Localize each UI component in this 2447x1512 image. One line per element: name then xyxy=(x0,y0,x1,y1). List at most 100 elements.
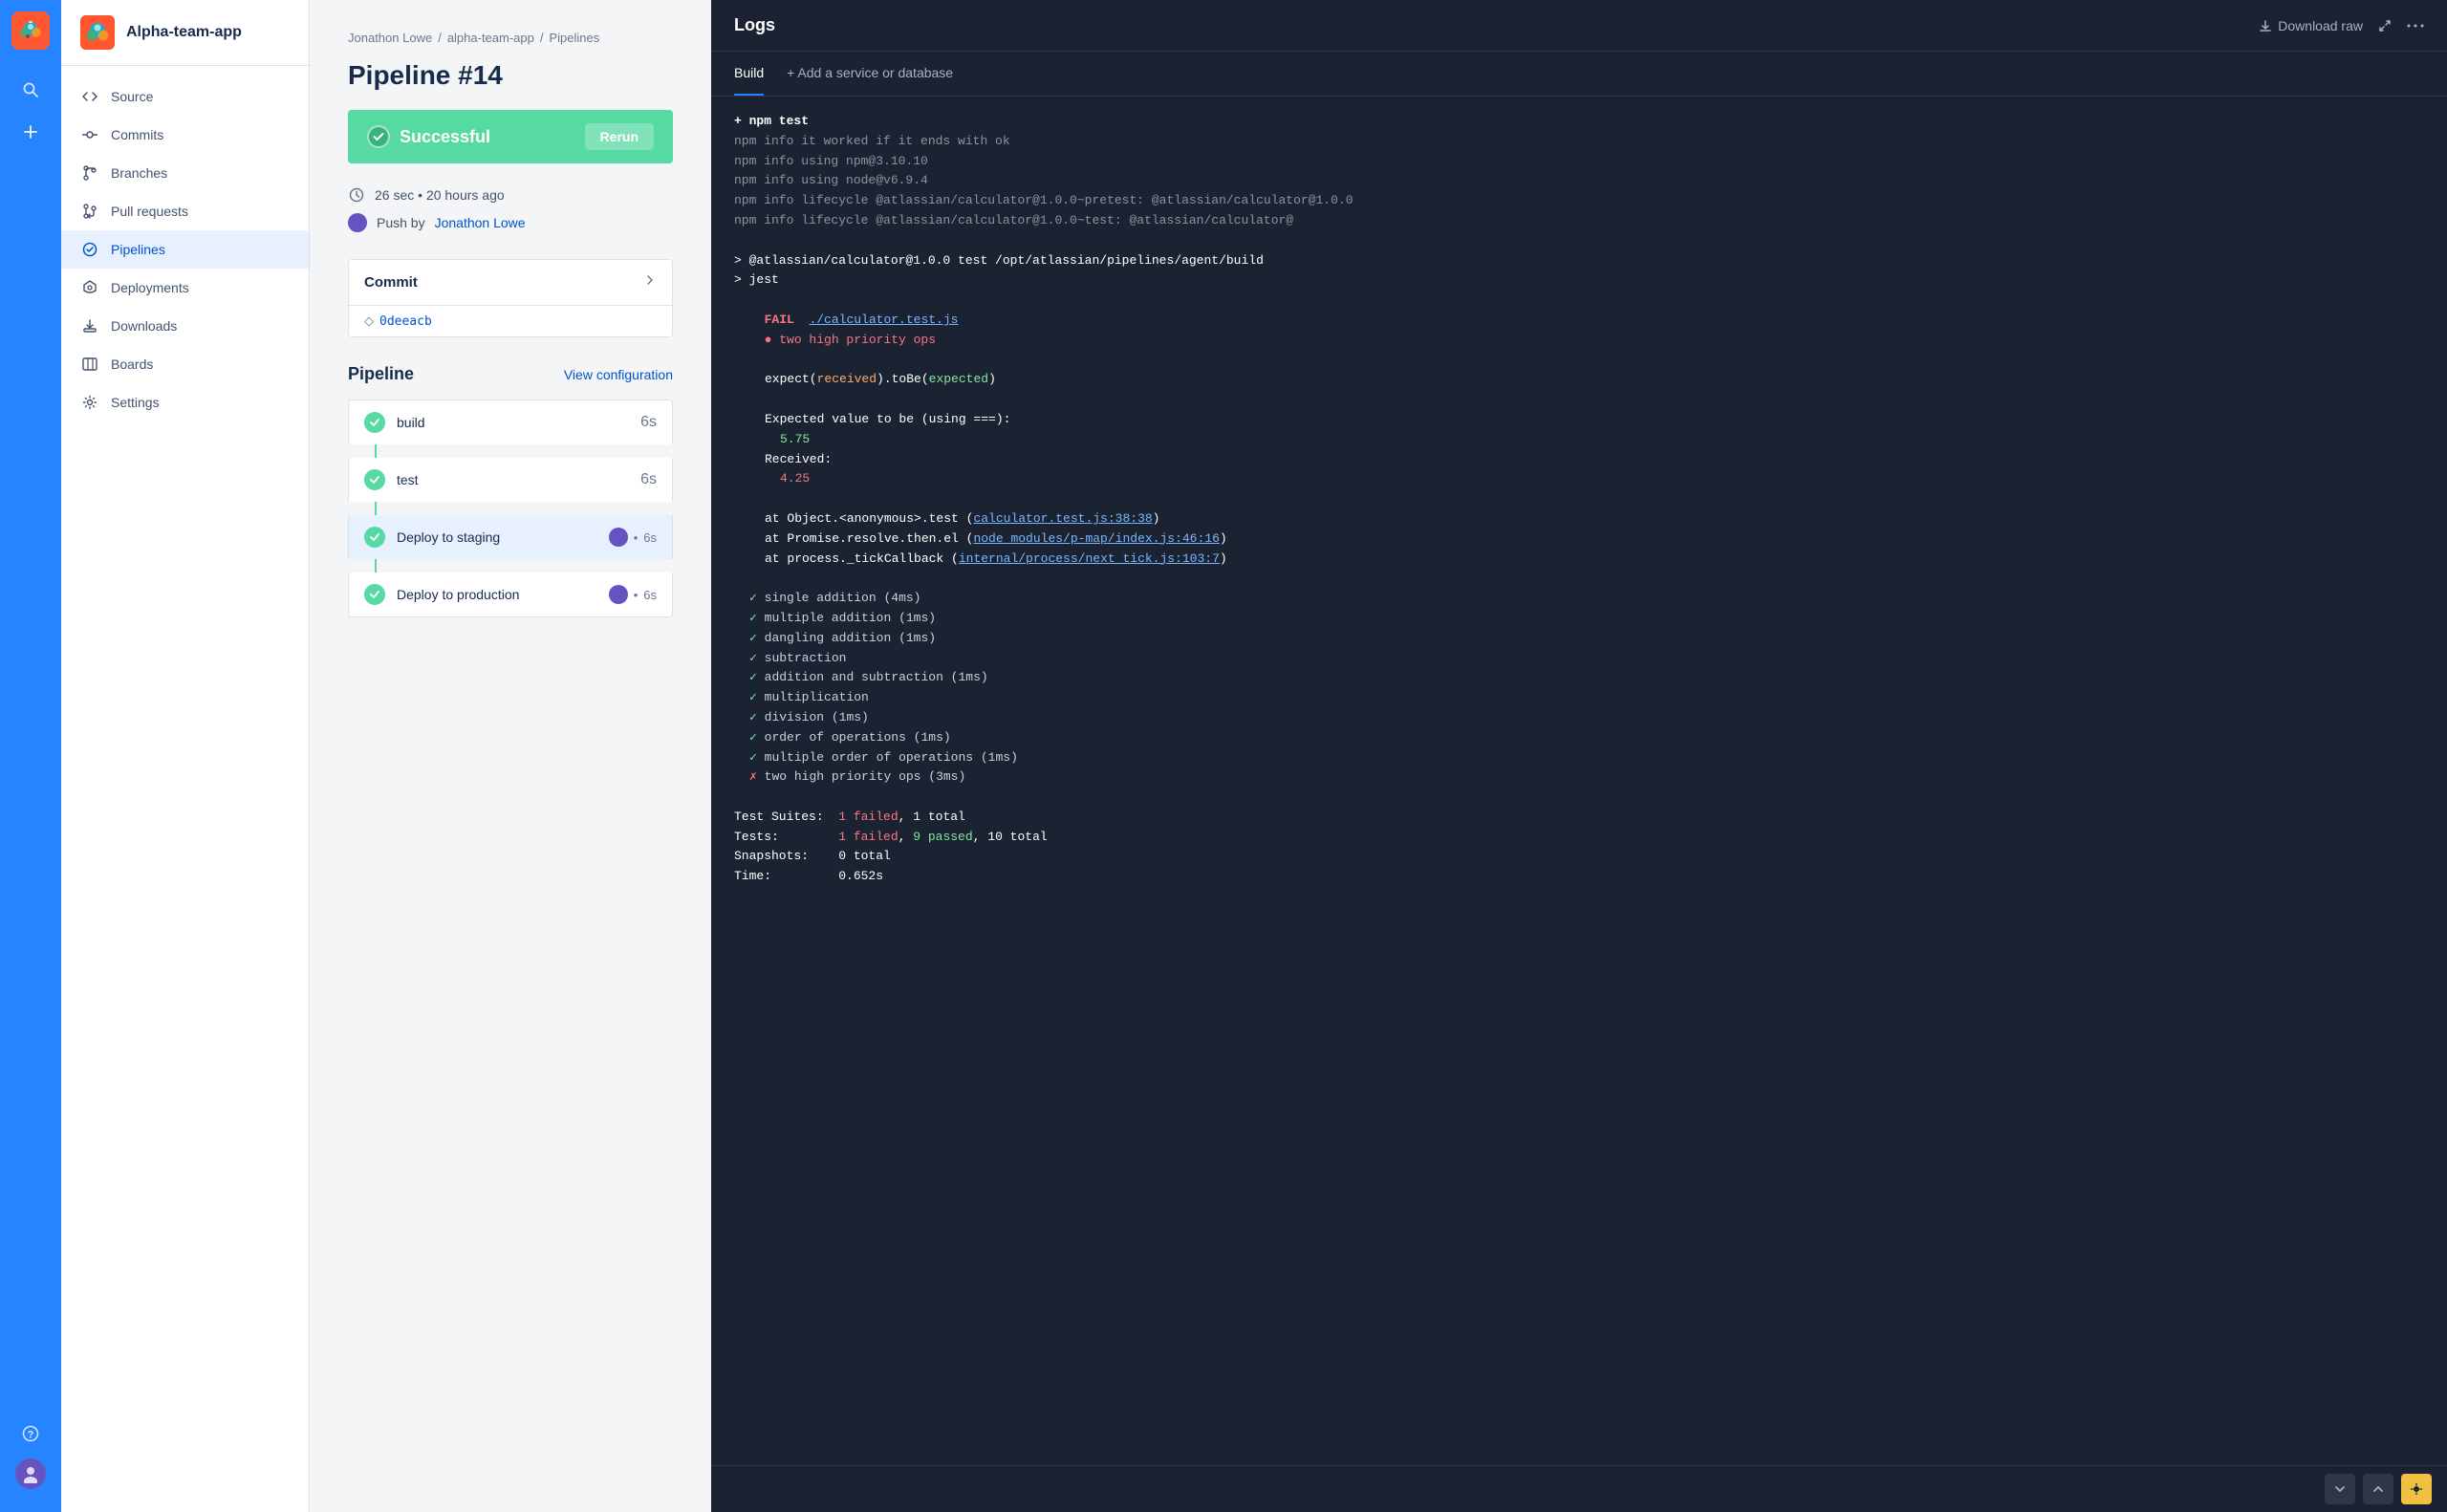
breadcrumb: Jonathon Lowe / alpha-team-app / Pipelin… xyxy=(348,31,673,45)
log-line: npm info using npm@3.10.10 xyxy=(734,152,2424,172)
sidebar-deployments-label: Deployments xyxy=(111,280,189,295)
log-line: Expected value to be (using ===): xyxy=(734,410,2424,430)
meta-info: 26 sec • 20 hours ago Push by Jonathon L… xyxy=(348,186,673,232)
app-logo[interactable] xyxy=(11,11,50,50)
code-icon xyxy=(80,87,99,106)
step-deploy-staging[interactable]: Deploy to staging • 6s xyxy=(348,515,673,559)
meta-push-label: Push by xyxy=(377,215,425,230)
log-line: > @atlassian/calculator@1.0.0 test /opt/… xyxy=(734,251,2424,271)
step-check-build xyxy=(364,412,385,433)
author-avatar xyxy=(348,213,367,232)
logs-tabs: Build + Add a service or database xyxy=(711,52,2447,97)
breadcrumb-user[interactable]: Jonathon Lowe xyxy=(348,31,432,45)
step-connector-1 xyxy=(375,444,377,458)
sidebar-item-branches[interactable]: Branches xyxy=(61,154,309,192)
breadcrumb-repo[interactable]: alpha-team-app xyxy=(447,31,534,45)
author-link[interactable]: Jonathon Lowe xyxy=(435,215,526,230)
sidebar-item-downloads[interactable]: Downloads xyxy=(61,307,309,345)
sidebar-commits-label: Commits xyxy=(111,127,163,142)
step-test[interactable]: test 6s xyxy=(348,458,673,502)
logs-footer xyxy=(711,1465,2447,1512)
more-icon xyxy=(2407,24,2424,28)
add-icon[interactable] xyxy=(13,115,48,149)
more-options-button[interactable] xyxy=(2407,24,2424,28)
download-raw-button[interactable]: Download raw xyxy=(2259,18,2363,33)
tab-add-service[interactable]: + Add a service or database xyxy=(787,52,953,96)
scroll-down-button[interactable] xyxy=(2325,1474,2355,1504)
expand-button[interactable] xyxy=(2378,19,2392,32)
sidebar-item-settings[interactable]: Settings xyxy=(61,383,309,421)
status-bar: Successful Rerun xyxy=(348,110,673,163)
status-label: Successful xyxy=(400,127,490,147)
step-connector-2 xyxy=(375,502,377,515)
sidebar-item-pull-requests[interactable]: Pull requests xyxy=(61,192,309,230)
chevron-right-icon xyxy=(643,273,657,292)
logs-panel: Logs Download raw xyxy=(711,0,2447,1512)
clock-icon xyxy=(348,186,365,204)
step-test-time: 6s xyxy=(640,471,657,488)
sidebar-item-deployments[interactable]: Deployments xyxy=(61,269,309,307)
commit-card-title: Commit xyxy=(364,274,418,291)
sidebar-header: Alpha-team-app xyxy=(61,0,309,66)
rerun-button[interactable]: Rerun xyxy=(585,123,654,150)
step-check-test xyxy=(364,469,385,490)
log-line: Snapshots: 0 total xyxy=(734,847,2424,867)
log-line: npm info using node@v6.9.4 xyxy=(734,171,2424,191)
log-line: ✓ division (1ms) xyxy=(734,708,2424,728)
logs-header: Logs Download raw xyxy=(711,0,2447,52)
step-test-name: test xyxy=(397,472,629,487)
main-content: Jonathon Lowe / alpha-team-app / Pipelin… xyxy=(310,0,711,1512)
logs-body[interactable]: + npm test npm info it worked if it ends… xyxy=(711,97,2447,1465)
sidebar-item-boards[interactable]: Boards xyxy=(61,345,309,383)
log-line: ✓ dangling addition (1ms) xyxy=(734,629,2424,649)
step-build[interactable]: build 6s xyxy=(348,400,673,444)
meta-duration-row: 26 sec • 20 hours ago xyxy=(348,186,673,204)
step-connector-3 xyxy=(375,559,377,572)
sidebar-settings-label: Settings xyxy=(111,395,160,410)
sidebar-nav: Source Commits xyxy=(61,66,309,1512)
commit-hash-link[interactable]: 0deeacb xyxy=(379,314,432,329)
search-icon[interactable] xyxy=(13,73,48,107)
log-line: Tests: 1 failed, 9 passed, 10 total xyxy=(734,828,2424,848)
view-config-link[interactable]: View configuration xyxy=(564,367,673,382)
commit-hash-row: ◇ 0deeacb xyxy=(349,305,672,336)
log-line: ✗ two high priority ops (3ms) xyxy=(734,767,2424,788)
log-line: + npm test xyxy=(734,112,2424,132)
log-line: Received: xyxy=(734,450,2424,470)
page-title: Pipeline #14 xyxy=(348,60,673,91)
meta-author-row: Push by Jonathon Lowe xyxy=(348,213,673,232)
sidebar-pipelines-label: Pipelines xyxy=(111,242,165,257)
log-line: at process._tickCallback (internal/proce… xyxy=(734,550,2424,570)
sidebar-item-commits[interactable]: Commits xyxy=(61,116,309,154)
sidebar-item-source[interactable]: Source xyxy=(61,77,309,116)
log-line: ✓ single addition (4ms) xyxy=(734,589,2424,609)
step-deploy-production-meta: • 6s xyxy=(609,585,657,604)
sidebar: Alpha-team-app Source Commits xyxy=(61,0,310,1512)
pull-requests-icon xyxy=(80,202,99,221)
download-icon xyxy=(2259,19,2272,32)
log-line: Time: 0.652s xyxy=(734,867,2424,887)
log-line: FAIL ./calculator.test.js xyxy=(734,311,2424,331)
download-raw-label: Download raw xyxy=(2278,18,2363,33)
sidebar-item-pipelines[interactable]: Pipelines xyxy=(61,230,309,269)
boards-icon xyxy=(80,355,99,374)
commits-icon xyxy=(80,125,99,144)
log-line: ✓ order of operations (1ms) xyxy=(734,728,2424,748)
commit-card-header[interactable]: Commit xyxy=(349,260,672,305)
log-line: ✓ multiplication xyxy=(734,688,2424,708)
tab-build[interactable]: Build xyxy=(734,52,764,96)
log-line: npm info lifecycle @atlassian/calculator… xyxy=(734,211,2424,231)
light-icon xyxy=(2411,1483,2422,1495)
sidebar-pull-requests-label: Pull requests xyxy=(111,204,188,219)
svg-text:?: ? xyxy=(28,1430,34,1441)
log-line: 5.75 xyxy=(734,430,2424,450)
log-line: ✓ subtraction xyxy=(734,649,2424,669)
help-icon[interactable]: ? xyxy=(13,1416,48,1451)
status-check-icon xyxy=(367,125,390,148)
breadcrumb-current: Pipelines xyxy=(550,31,600,45)
scroll-up-button[interactable] xyxy=(2363,1474,2393,1504)
user-avatar[interactable] xyxy=(15,1458,46,1489)
logs-actions: Download raw xyxy=(2259,18,2424,33)
theme-toggle-button[interactable] xyxy=(2401,1474,2432,1504)
step-deploy-production[interactable]: Deploy to production • 6s xyxy=(348,572,673,617)
